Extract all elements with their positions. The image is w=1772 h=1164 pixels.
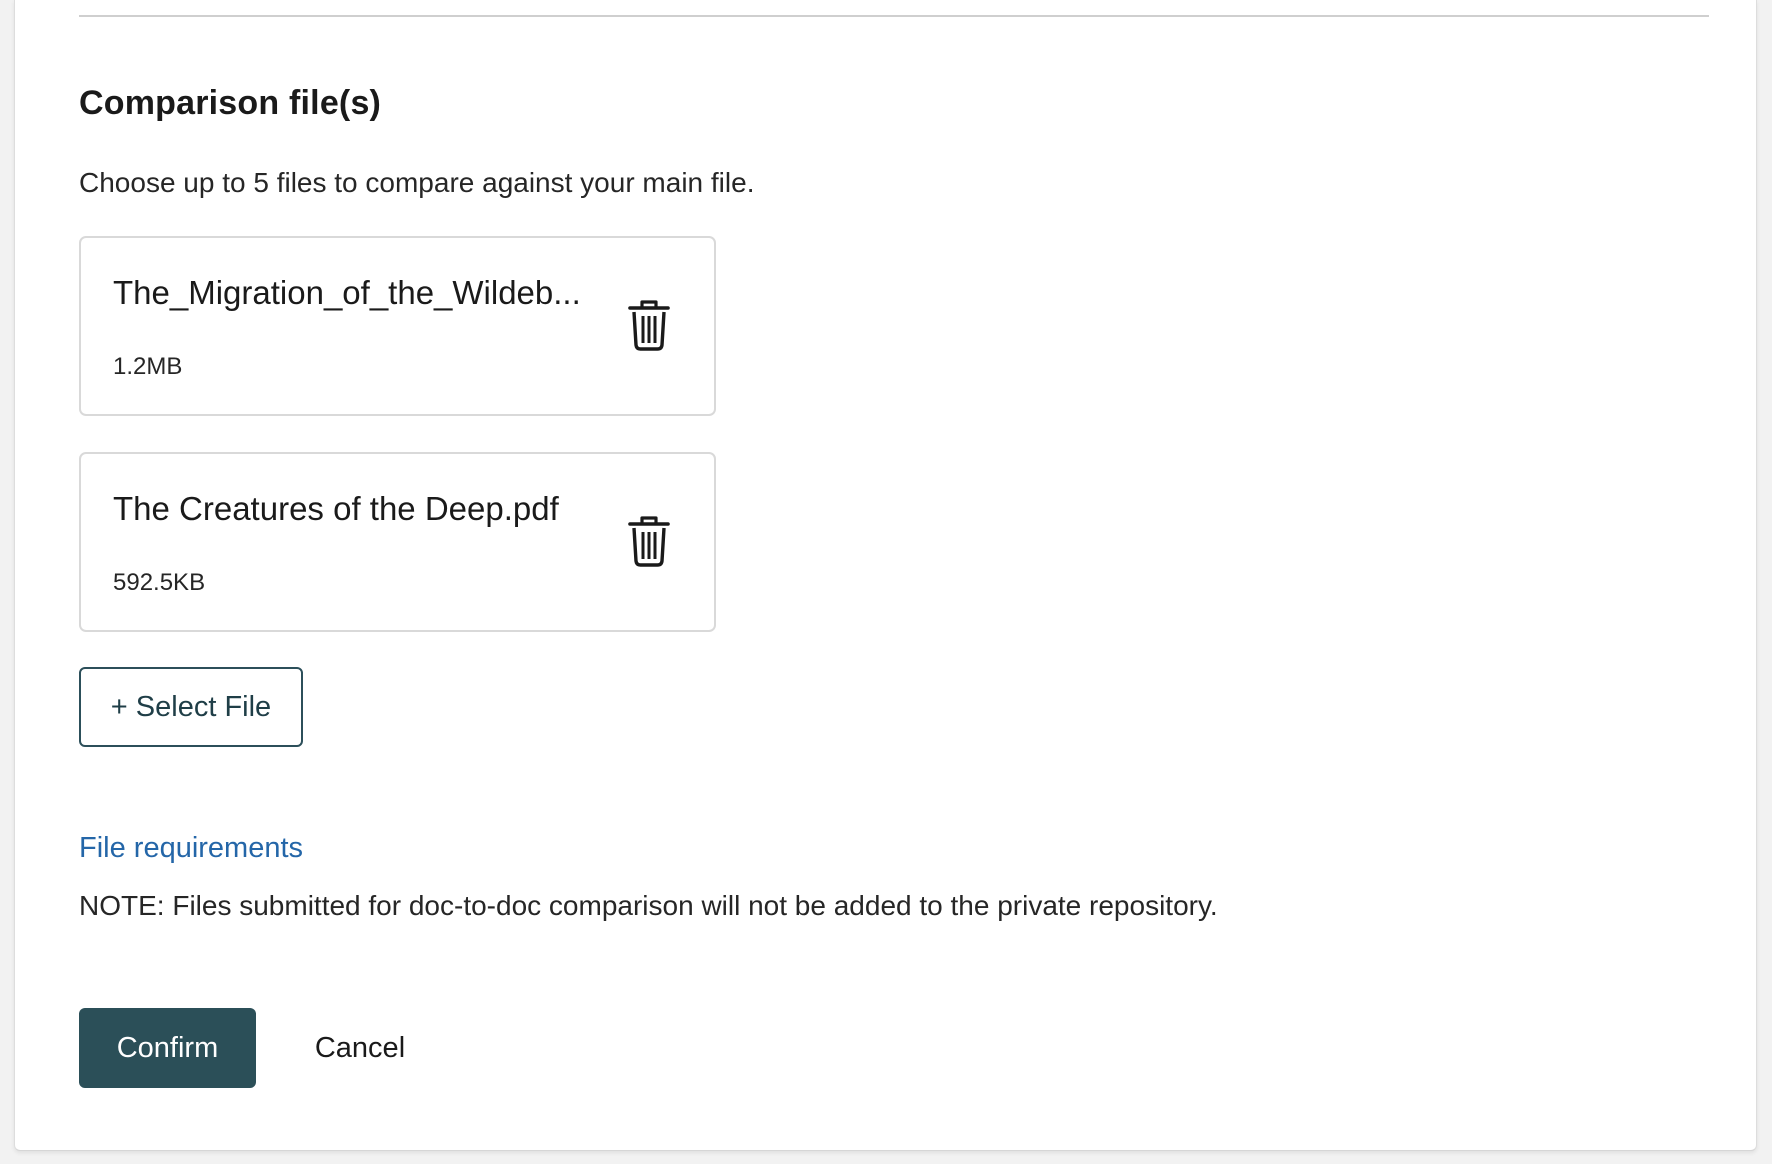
delete-file-button[interactable] [625, 515, 673, 569]
delete-file-button[interactable] [625, 299, 673, 353]
repository-note: NOTE: Files submitted for doc-to-doc com… [79, 890, 1218, 921]
section-title: Comparison file(s) [79, 84, 382, 122]
select-file-button[interactable]: + Select File [79, 667, 303, 747]
file-requirements-link[interactable]: File requirements [79, 832, 303, 865]
file-name: The Creatures of the Deep.pdf [113, 490, 559, 527]
file-card: The_Migration_of_the_Wildeb... 1.2MB [79, 236, 716, 416]
comparison-panel: Comparison file(s) Choose up to 5 files … [14, 0, 1757, 1151]
section-description: Choose up to 5 files to compare against … [79, 167, 755, 198]
trash-icon [628, 516, 670, 567]
confirm-button[interactable]: Confirm [79, 1008, 256, 1088]
file-size: 1.2MB [113, 353, 183, 380]
file-size: 592.5KB [113, 569, 206, 596]
section-divider [79, 15, 1709, 17]
file-name: The_Migration_of_the_Wildeb... [113, 274, 581, 311]
trash-icon [628, 300, 670, 351]
cancel-button[interactable]: Cancel [305, 1008, 415, 1088]
file-card: The Creatures of the Deep.pdf 592.5KB [79, 452, 716, 632]
